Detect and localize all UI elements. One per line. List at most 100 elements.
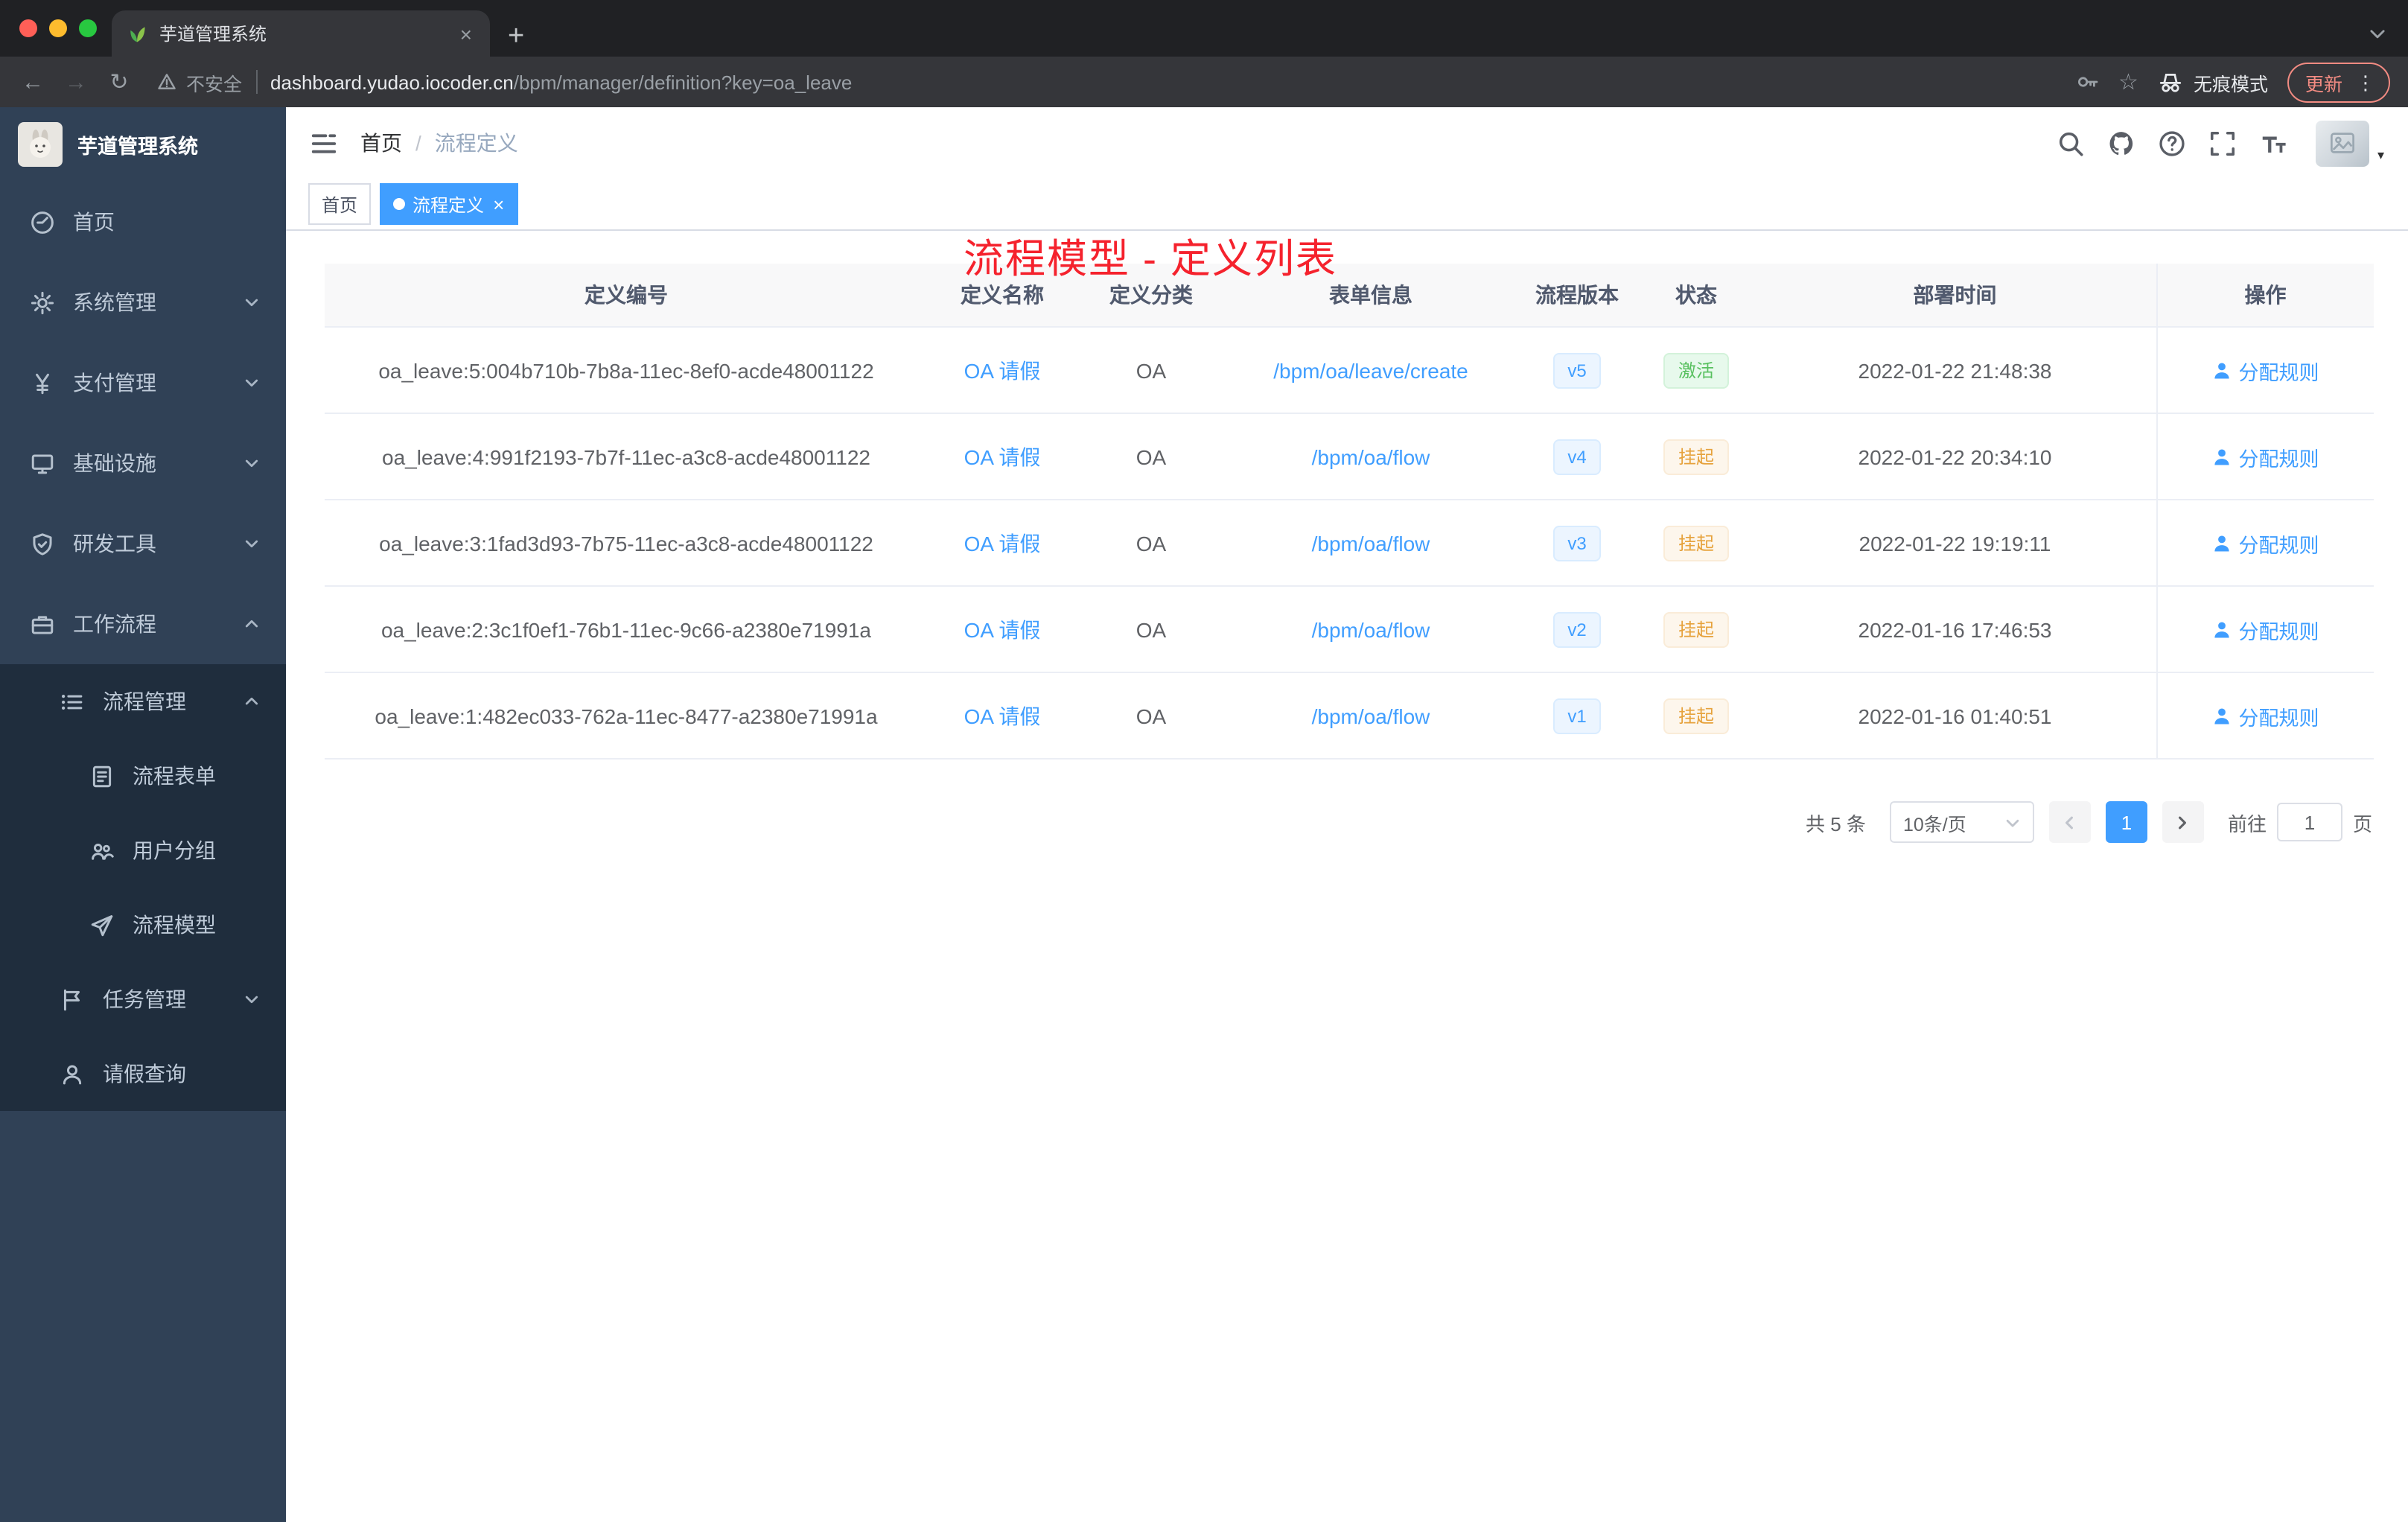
page-number-button[interactable]: 1 (2105, 801, 2147, 843)
shield-icon (30, 531, 55, 556)
definition-id-cell: oa_leave:5:004b710b-7b8a-11ec-8ef0-acde4… (325, 327, 928, 414)
logo-title: 芋道管理系统 (77, 136, 198, 158)
forward-button[interactable]: → (61, 71, 91, 93)
sidebar-toggle-icon[interactable] (310, 129, 338, 157)
goto-page-input[interactable] (2276, 803, 2342, 841)
table-row: oa_leave:5:004b710b-7b8a-11ec-8ef0-acde4… (325, 327, 2374, 414)
deploy-time-cell: 2022-01-22 21:48:38 (1754, 327, 2156, 414)
update-button[interactable]: 更新 ⋮ (2287, 62, 2390, 102)
status-cell: 挂起 (1638, 413, 1754, 500)
goto-page: 前往 页 (2228, 803, 2372, 841)
deploy-time-cell: 2022-01-16 01:40:51 (1754, 672, 2156, 760)
site-security-chip[interactable]: 不安全 (156, 68, 242, 96)
update-label: 更新 (2305, 74, 2342, 95)
window-zoom-button[interactable] (79, 19, 97, 37)
assign-rule-link[interactable]: 分配规则 (2212, 701, 2319, 730)
reload-button[interactable]: ↻ (104, 71, 134, 93)
sidebar-item-user-group[interactable]: 用户分组 (0, 813, 286, 888)
tab-close-icon[interactable]: × (457, 23, 475, 44)
sidebar-item-payment[interactable]: 支付管理 (0, 343, 286, 423)
back-button[interactable]: ← (18, 71, 48, 93)
assign-rule-link[interactable]: 分配规则 (2212, 355, 2319, 385)
assign-rule-link[interactable]: 分配规则 (2212, 442, 2319, 471)
tag-close-icon[interactable]: × (493, 194, 504, 214)
definition-name-cell: OA 请假 (928, 327, 1077, 414)
sidebar-item-process-model[interactable]: 流程模型 (0, 888, 286, 962)
sidebar: 芋道管理系统 首页 系统管理 支付管理基础设施研发工具 工作流程 流程管理 流程表单 用户分… (0, 107, 286, 1522)
form-icon (89, 763, 115, 789)
sidebar-item-system[interactable]: 系统管理 (0, 262, 286, 343)
sidebar-item-infrastructure[interactable]: 基础设施 (0, 423, 286, 503)
tab-search-chevron-icon[interactable] (2368, 24, 2387, 43)
search-icon[interactable] (2057, 129, 2086, 157)
bookmark-star-icon[interactable]: ☆ (2118, 71, 2138, 93)
table-row: oa_leave:3:1fad3d93-7b75-11ec-a3c8-acde4… (325, 500, 2374, 587)
assign-rule-label: 分配规则 (2238, 448, 2319, 470)
next-page-button[interactable] (2162, 801, 2204, 843)
definition-name-link[interactable]: OA 请假 (964, 358, 1041, 382)
yen-icon (30, 370, 55, 395)
caret-down-icon: ▾ (2377, 147, 2384, 162)
sidebar-item-dev-tools[interactable]: 研发工具 (0, 503, 286, 584)
form-link[interactable]: /bpm/oa/flow (1312, 445, 1430, 468)
sidebar-item-task-mgmt[interactable]: 任务管理 (0, 962, 286, 1037)
assign-rule-link[interactable]: 分配规则 (2212, 528, 2319, 558)
action-cell: 分配规则 (2156, 586, 2374, 673)
definition-name-link[interactable]: OA 请假 (964, 531, 1041, 555)
table-header-row: 定义编号 定义名称 定义分类 表单信息 流程版本 状态 部署时间 操作 (325, 264, 2374, 328)
page-size-select[interactable]: 10条/页 (1889, 801, 2034, 843)
definition-table: 定义编号 定义名称 定义分类 表单信息 流程版本 状态 部署时间 操作 oa_leave:5:… (325, 264, 2374, 760)
github-icon[interactable] (2108, 129, 2136, 157)
version-cell: v4 (1516, 413, 1638, 500)
fullscreen-icon[interactable] (2209, 129, 2237, 157)
user-solid-icon (2212, 446, 2233, 467)
sidebar-item-leave-query[interactable]: 请假查询 (0, 1037, 286, 1111)
chevron-right-icon (2175, 814, 2191, 830)
sidebar-item-label: 基础设施 (73, 451, 156, 475)
sidebar-item-workflow[interactable]: 工作流程 (0, 584, 286, 664)
url-domain: dashboard.yudao.iocoder.cn (270, 71, 514, 93)
tab-title: 芋道管理系统 (159, 24, 267, 45)
sidebar-item-label: 流程模型 (133, 913, 216, 937)
url-text[interactable]: dashboard.yudao.iocoder.cn/bpm/manager/d… (270, 71, 2062, 93)
breadcrumb-home[interactable]: 首页 (360, 128, 402, 158)
prev-page-button[interactable] (2048, 801, 2091, 843)
form-link[interactable]: /bpm/oa/flow (1312, 617, 1430, 641)
tag-process-definition[interactable]: 流程定义 × (380, 183, 518, 225)
window-close-button[interactable] (19, 19, 37, 37)
new-tab-button[interactable]: + (508, 22, 524, 51)
browser-chrome: 芋道管理系统 × + ← → ↻ 不安全 dashboard.yudao.ioc… (0, 0, 2408, 107)
version-cell: v2 (1516, 586, 1638, 673)
action-cell: 分配规则 (2156, 413, 2374, 500)
help-icon[interactable] (2159, 129, 2187, 157)
definition-name-link[interactable]: OA 请假 (964, 617, 1041, 641)
definition-name-link[interactable]: OA 请假 (964, 704, 1041, 727)
app-shell: 芋道管理系统 首页 系统管理 支付管理 基础设施 研发工具 工作流程 流程管理 流程表单 用户分… (0, 107, 2408, 1522)
sidebar-item-process-form[interactable]: 流程表单 (0, 739, 286, 813)
form-link[interactable]: /bpm/oa/flow (1312, 531, 1430, 555)
form-link[interactable]: /bpm/oa/flow (1312, 704, 1430, 727)
pagination: 共 5 条 10条/页 1 前往 1 页 (325, 801, 2372, 843)
sidebar-item-home[interactable]: 首页 (0, 182, 286, 262)
user-menu[interactable]: ▾ (2316, 120, 2384, 166)
content: 定义编号 定义名称 定义分类 表单信息 流程版本 状态 部署时间 操作 oa_leave:5:… (286, 231, 2408, 1522)
sidebar-item-process-mgmt[interactable]: 流程管理 (0, 664, 286, 739)
browser-tab[interactable]: 芋道管理系统 × (112, 10, 490, 57)
sidebar-item-label: 请假查询 (103, 1062, 186, 1086)
definition-name-link[interactable]: OA 请假 (964, 445, 1041, 468)
definition-name-cell: OA 请假 (928, 586, 1077, 673)
version-badge: v5 (1552, 352, 1602, 388)
key-icon[interactable] (2075, 70, 2099, 94)
form-link[interactable]: /bpm/oa/leave/create (1273, 358, 1468, 382)
browser-menu-icon[interactable]: ⋮ (2356, 72, 2375, 92)
column-header: 流程版本 (1516, 264, 1638, 328)
user-solid-icon (2212, 705, 2233, 726)
chevron-down-icon (243, 374, 261, 392)
tag-home[interactable]: 首页 (308, 183, 372, 225)
font-size-icon[interactable] (2260, 129, 2288, 157)
breadcrumb: 首页 / 流程定义 (360, 128, 518, 158)
definition-category-cell: OA (1077, 413, 1226, 500)
assign-rule-link[interactable]: 分配规则 (2212, 614, 2319, 644)
window-minimize-button[interactable] (49, 19, 67, 37)
logo-avatar (18, 122, 63, 167)
